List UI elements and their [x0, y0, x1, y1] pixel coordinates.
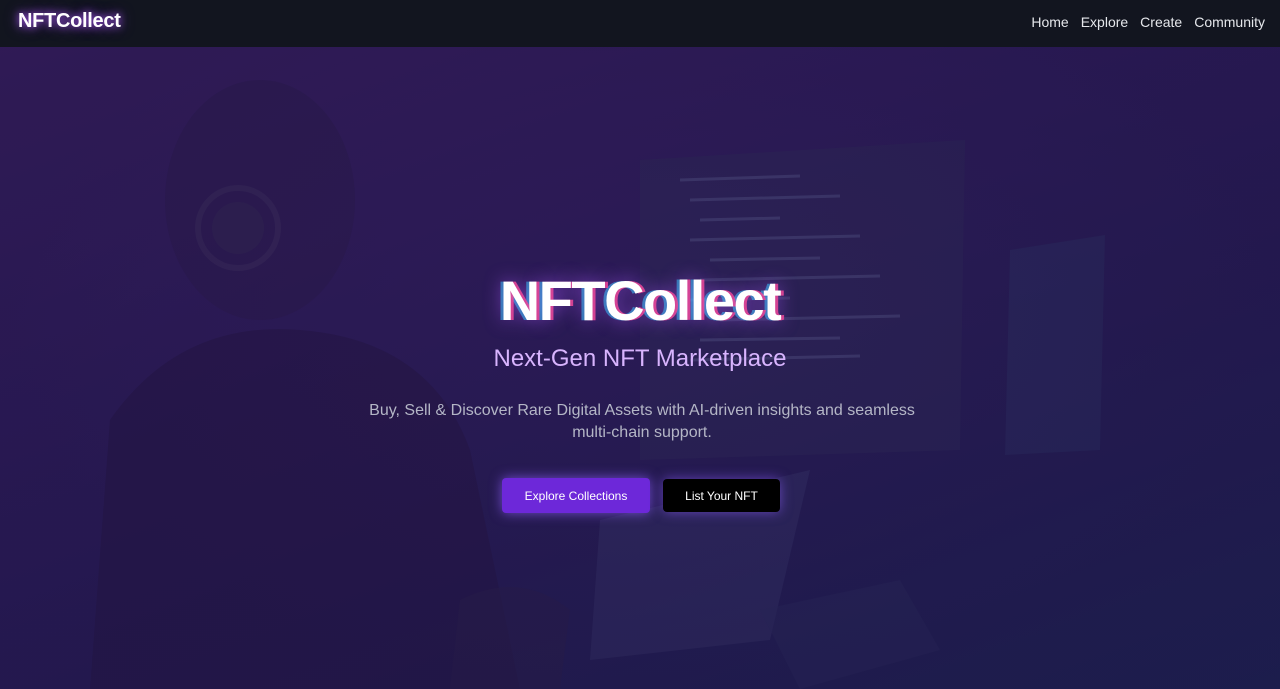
page: NFTCollect Home Explore Create Community… — [0, 0, 1280, 689]
hero-subtitle: Next-Gen NFT Marketplace — [493, 345, 787, 372]
nav-link-community[interactable]: Community — [1194, 14, 1265, 30]
nav-link-explore[interactable]: Explore — [1081, 14, 1128, 30]
nav-link-create[interactable]: Create — [1140, 14, 1182, 30]
hero-section: NFTCollect Next-Gen NFT Marketplace Buy,… — [0, 0, 1280, 689]
hero-description: Buy, Sell & Discover Rare Digital Assets… — [369, 402, 915, 441]
brand-logo[interactable]: NFTCollect — [18, 10, 121, 33]
navbar: NFTCollect Home Explore Create Community — [0, 0, 1280, 47]
hero-title: NFTCollect — [499, 269, 782, 332]
explore-collections-button[interactable]: Explore Collections — [502, 478, 650, 513]
list-your-nft-button[interactable]: List Your NFT — [663, 479, 780, 512]
nav-link-home[interactable]: Home — [1031, 14, 1068, 30]
nav-links: Home Explore Create Community — [1031, 14, 1265, 30]
